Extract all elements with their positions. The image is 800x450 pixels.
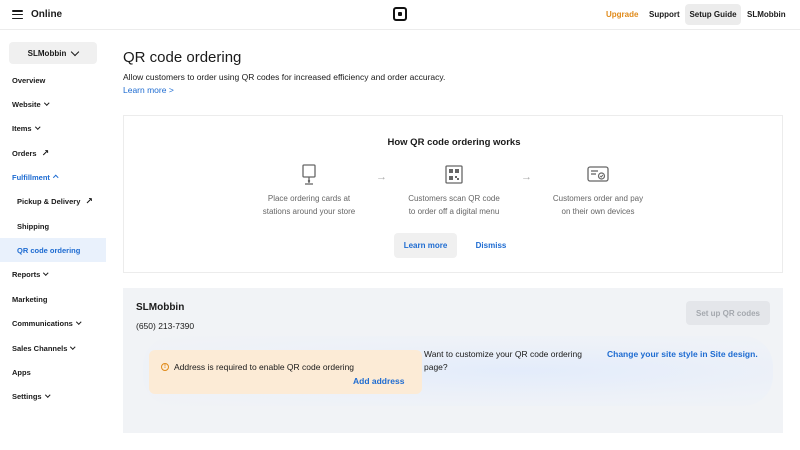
external-link-icon: ↗ — [85, 195, 93, 206]
store-name: SLMobbin — [136, 302, 185, 313]
sidebar-item-marketing[interactable]: Marketing — [0, 289, 106, 309]
app-title: Online — [31, 9, 63, 20]
qr-code-icon — [445, 165, 463, 184]
sidebar-item-label: QR code ordering — [17, 245, 81, 255]
set-up-qr-codes-button: Set up QR codes — [686, 301, 770, 325]
sidebar-item-fulfillment[interactable]: Fulfillment — [0, 167, 106, 187]
step-text: Place ordering cards at stations around … — [262, 194, 356, 216]
sidebar-item-label: Items — [12, 123, 32, 133]
sidebar-item-communications[interactable]: Communications — [0, 313, 106, 333]
sidebar-item-qr-code-ordering[interactable]: QR code ordering — [0, 238, 106, 262]
store-card: SLMobbin (650) 213-7390 Set up QR codes … — [123, 288, 783, 433]
chevron-down-icon — [70, 344, 76, 350]
sidebar-item-label: Overview — [12, 75, 46, 85]
sidebar-item-reports[interactable]: Reports — [0, 264, 106, 284]
sidebar-item-settings[interactable]: Settings — [0, 386, 106, 406]
step-order-pay: Customers order and pay on their own dev… — [538, 164, 658, 218]
sidebar-item-label: Communications — [12, 318, 73, 328]
sidebar-item-label: Fulfillment — [12, 172, 50, 182]
learn-more-button[interactable]: Learn more — [394, 233, 457, 258]
sidebar-item-label: Settings — [12, 391, 42, 401]
chevron-down-icon — [34, 124, 40, 130]
support-link[interactable]: Support — [649, 10, 680, 19]
sidebar-item-apps[interactable]: Apps — [0, 362, 106, 382]
step-place-cards: Place ordering cards at stations around … — [249, 164, 369, 218]
chevron-down-icon — [44, 392, 50, 398]
setup-guide-button[interactable]: Setup Guide — [685, 4, 741, 25]
step-text: Customers scan QR code to order off a di… — [408, 194, 500, 216]
sidebar-item-label: Marketing — [12, 294, 48, 304]
sidebar-item-shipping[interactable]: Shipping — [0, 216, 106, 236]
alert-message: Address is required to enable QR code or… — [174, 362, 355, 372]
page-title: QR code ordering — [123, 49, 242, 66]
step-scan-qr: Customers scan QR code to order off a di… — [394, 164, 514, 218]
sidebar-item-website[interactable]: Website — [0, 94, 106, 114]
arrow-right-icon: → — [521, 171, 532, 183]
sidebar-item-label: Sales Channels — [12, 343, 68, 353]
chevron-down-icon — [71, 47, 80, 56]
square-logo-icon[interactable] — [393, 7, 407, 21]
add-address-link[interactable]: Add address — [353, 376, 405, 386]
store-selector[interactable]: SLMobbin — [9, 42, 97, 64]
sidebar-item-overview[interactable]: Overview — [0, 70, 106, 90]
chevron-down-icon — [76, 319, 82, 325]
chevron-down-icon — [43, 100, 49, 106]
account-menu[interactable]: SLMobbin — [747, 10, 786, 19]
device-payment-icon — [587, 166, 609, 182]
chevron-up-icon — [53, 175, 59, 180]
sidebar-item-orders[interactable]: Orders ↗ — [0, 143, 106, 163]
sidebar-item-sales-channels[interactable]: Sales Channels — [0, 338, 106, 358]
site-design-link[interactable]: Change your site style in Site design. — [607, 349, 758, 359]
page-description: Allow customers to order using QR codes … — [123, 72, 446, 82]
warning-icon: ! — [161, 363, 169, 371]
dismiss-button[interactable]: Dismiss — [467, 233, 515, 258]
sidebar-item-pickup-delivery[interactable]: Pickup & Delivery ↗ — [0, 191, 106, 211]
step-text: Customers order and pay on their own dev… — [552, 194, 644, 216]
sidebar-item-items[interactable]: Items — [0, 118, 106, 138]
top-bar: Online Upgrade Support Setup Guide SLMob… — [0, 0, 800, 30]
store-selector-label: SLMobbin — [27, 48, 67, 58]
hamburger-menu-icon[interactable] — [12, 10, 23, 19]
how-it-works-title: How QR code ordering works — [387, 137, 521, 148]
sidebar-item-label: Shipping — [17, 221, 50, 231]
how-it-works-card: How QR code ordering works Place orderin… — [123, 115, 783, 273]
sidebar-item-label: Reports — [12, 269, 41, 279]
ordering-card-icon — [302, 164, 316, 185]
store-phone: (650) 213-7390 — [136, 321, 195, 331]
external-link-icon: ↗ — [41, 147, 50, 158]
arrow-right-icon: → — [376, 171, 387, 183]
sidebar: SLMobbin Overview Website Items Orders ↗… — [0, 30, 106, 450]
customize-text: Want to customize your QR code ordering … — [424, 349, 582, 372]
sidebar-item-label: Website — [12, 99, 41, 109]
sidebar-item-label: Apps — [12, 367, 31, 377]
sidebar-item-label: Orders — [12, 148, 37, 158]
address-warning-alert: ! Address is required to enable QR code … — [149, 350, 422, 394]
sidebar-item-label: Pickup & Delivery — [17, 196, 81, 206]
upgrade-link[interactable]: Upgrade — [606, 10, 638, 19]
learn-more-link[interactable]: Learn more > — [123, 85, 174, 95]
chevron-down-icon — [43, 270, 49, 276]
